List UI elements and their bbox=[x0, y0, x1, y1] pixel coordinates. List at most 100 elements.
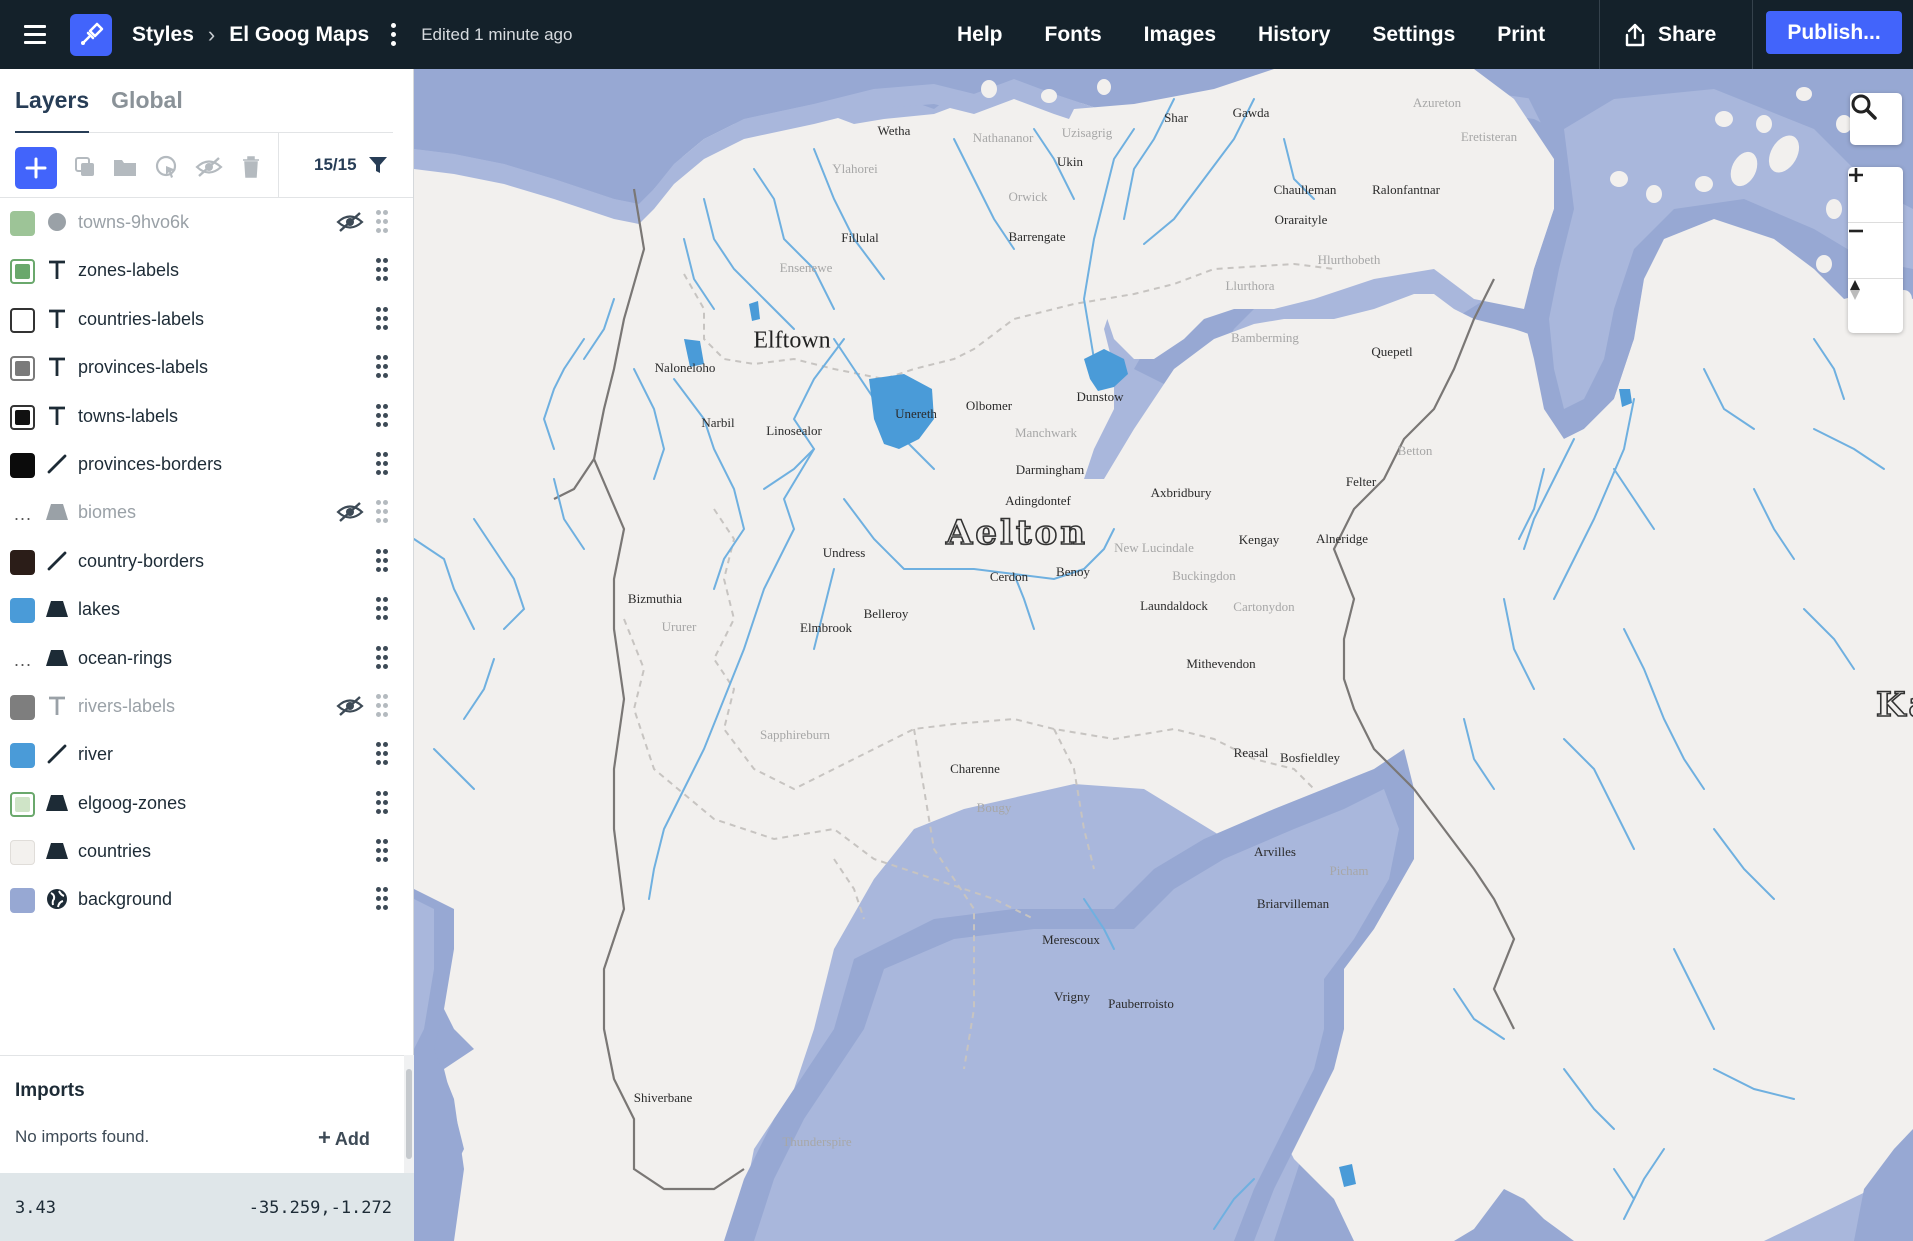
map-search-button[interactable] bbox=[1850, 93, 1902, 145]
drag-handle-icon[interactable] bbox=[376, 597, 388, 621]
layer-row-towns-9hvo6k[interactable]: towns-9hvo6k bbox=[0, 198, 413, 246]
label-reasal: Reasal bbox=[1233, 745, 1269, 760]
trash-icon[interactable] bbox=[237, 153, 265, 181]
hidden-eye-icon[interactable] bbox=[336, 211, 364, 233]
layer-name: river bbox=[78, 744, 113, 765]
label-cartonydon: Cartonydon bbox=[1233, 599, 1295, 614]
tab-global[interactable]: Global bbox=[111, 87, 183, 133]
label-elftown: Elftown bbox=[753, 327, 831, 354]
layer-color-swatch bbox=[10, 694, 35, 720]
fill-layer-icon bbox=[45, 646, 69, 670]
line-layer-icon bbox=[45, 452, 69, 476]
hamburger-menu-icon[interactable] bbox=[0, 0, 70, 69]
layer-row-river[interactable]: river bbox=[0, 730, 413, 778]
folder-icon[interactable] bbox=[111, 153, 139, 181]
layer-name: lakes bbox=[78, 599, 121, 620]
drag-handle-icon[interactable] bbox=[376, 258, 388, 282]
hidden-eye-icon[interactable] bbox=[336, 695, 364, 717]
label-ururer: Ururer bbox=[661, 619, 697, 634]
label-laundaldock: Laundaldock bbox=[1140, 598, 1208, 613]
layer-row-biomes[interactable]: ... biomes bbox=[0, 488, 413, 536]
nav-history[interactable]: History bbox=[1258, 23, 1330, 47]
drag-handle-icon[interactable] bbox=[376, 355, 388, 379]
drag-handle-icon[interactable] bbox=[376, 451, 388, 476]
add-layer-button[interactable] bbox=[15, 147, 57, 189]
zoom-out-button[interactable] bbox=[1848, 223, 1903, 278]
label-ylahorei: Ylahorei bbox=[832, 161, 878, 176]
layer-name: towns-9hvo6k bbox=[78, 212, 190, 232]
map-canvas[interactable]: Elftown Aelton Karnimrast Wetha Nathanan… bbox=[414, 69, 1913, 1241]
imports-empty-text: No imports found. bbox=[15, 1127, 150, 1146]
label-pauberroisto: Pauberroisto bbox=[1108, 996, 1174, 1011]
filter-icon[interactable] bbox=[368, 155, 388, 180]
zoom-in-button[interactable] bbox=[1848, 167, 1903, 222]
label-bamberming: Bamberming bbox=[1231, 330, 1299, 345]
share-icon bbox=[1625, 23, 1645, 46]
layer-row-zones-labels[interactable]: zones-labels bbox=[0, 246, 413, 294]
label-manchwark: Manchwark bbox=[1014, 425, 1078, 440]
drag-handle-icon[interactable] bbox=[376, 693, 388, 718]
nav-settings[interactable]: Settings bbox=[1372, 23, 1455, 47]
style-options-icon[interactable] bbox=[383, 20, 403, 50]
text-layer-icon bbox=[45, 355, 69, 379]
nav-fonts[interactable]: Fonts bbox=[1045, 23, 1102, 47]
drag-handle-icon[interactable] bbox=[376, 645, 388, 670]
layer-row-background[interactable]: background bbox=[0, 875, 413, 923]
studio-logo-icon[interactable] bbox=[70, 13, 112, 56]
drag-handle-icon[interactable] bbox=[376, 887, 388, 911]
sidebar-scrollbar[interactable] bbox=[404, 1055, 414, 1173]
drag-handle-icon[interactable] bbox=[376, 210, 388, 234]
label-aelton: Aelton bbox=[945, 512, 1089, 554]
drag-handle-icon[interactable] bbox=[376, 742, 388, 766]
publish-button[interactable]: Publish... bbox=[1766, 11, 1902, 54]
layer-row-elgoog-zones[interactable]: elgoog-zones bbox=[0, 779, 413, 827]
share-button[interactable]: Share bbox=[1624, 0, 1716, 69]
top-bar: Styles › El Goog Maps Edited 1 minute ag… bbox=[0, 0, 1913, 69]
zoom-level: 3.43 bbox=[15, 1198, 56, 1218]
layer-name: countries bbox=[78, 841, 152, 862]
label-eretisteran: Eretisteran bbox=[1460, 129, 1518, 144]
duplicate-icon[interactable] bbox=[71, 153, 99, 181]
fill-layer-icon bbox=[45, 500, 69, 524]
layer-row-lakes[interactable]: lakes bbox=[0, 585, 413, 633]
divider bbox=[1752, 0, 1753, 69]
drag-handle-icon[interactable] bbox=[376, 548, 388, 573]
breadcrumb-styles[interactable]: Styles bbox=[132, 23, 194, 47]
layer-row-towns-labels[interactable]: towns-labels bbox=[0, 392, 413, 440]
label-arvilles: Arvilles bbox=[1254, 844, 1296, 859]
layer-row-provinces-borders[interactable]: provinces-borders bbox=[0, 440, 413, 488]
drag-handle-icon[interactable] bbox=[376, 839, 388, 863]
drag-handle-icon[interactable] bbox=[376, 306, 388, 331]
compass-button[interactable] bbox=[1848, 279, 1903, 334]
hidden-eye-icon[interactable] bbox=[336, 501, 364, 523]
nav-print[interactable]: Print bbox=[1497, 23, 1545, 47]
layer-color-swatch: ... bbox=[14, 649, 33, 670]
text-layer-icon bbox=[45, 258, 69, 282]
tab-layers[interactable]: Layers bbox=[15, 87, 90, 133]
minus-icon bbox=[1849, 229, 1863, 233]
add-import-button[interactable]: + Add bbox=[318, 1125, 370, 1151]
layer-color-swatch bbox=[10, 598, 35, 624]
hide-icon[interactable] bbox=[195, 153, 223, 181]
layer-count: 15/15 bbox=[314, 155, 357, 174]
drag-handle-icon[interactable] bbox=[376, 403, 388, 428]
nav-help[interactable]: Help bbox=[957, 23, 1003, 47]
circle-layer-icon bbox=[45, 210, 69, 234]
label-buckingdon: Buckingdon bbox=[1172, 568, 1236, 583]
layer-row-rivers-labels[interactable]: rivers-labels bbox=[0, 682, 413, 730]
plus-icon bbox=[1849, 168, 1863, 182]
style-name[interactable]: El Goog Maps bbox=[229, 23, 369, 47]
select-feature-icon[interactable] bbox=[153, 153, 181, 181]
layer-row-countries[interactable]: countries bbox=[0, 827, 413, 875]
layer-row-provinces-labels[interactable]: provinces-labels bbox=[0, 343, 413, 391]
label-betton: Betton bbox=[1397, 443, 1433, 458]
layer-color-swatch bbox=[10, 840, 35, 866]
layer-row-ocean-rings[interactable]: ... ocean-rings bbox=[0, 634, 413, 682]
layer-row-countries-labels[interactable]: countries-labels bbox=[0, 295, 413, 343]
layer-row-country-borders[interactable]: country-borders bbox=[0, 537, 413, 585]
drag-handle-icon[interactable] bbox=[376, 790, 388, 815]
drag-handle-icon[interactable] bbox=[376, 500, 388, 524]
fill-layer-icon bbox=[45, 791, 69, 815]
label-mithevendon: Mithevendon bbox=[1186, 656, 1256, 671]
nav-images[interactable]: Images bbox=[1144, 23, 1216, 47]
